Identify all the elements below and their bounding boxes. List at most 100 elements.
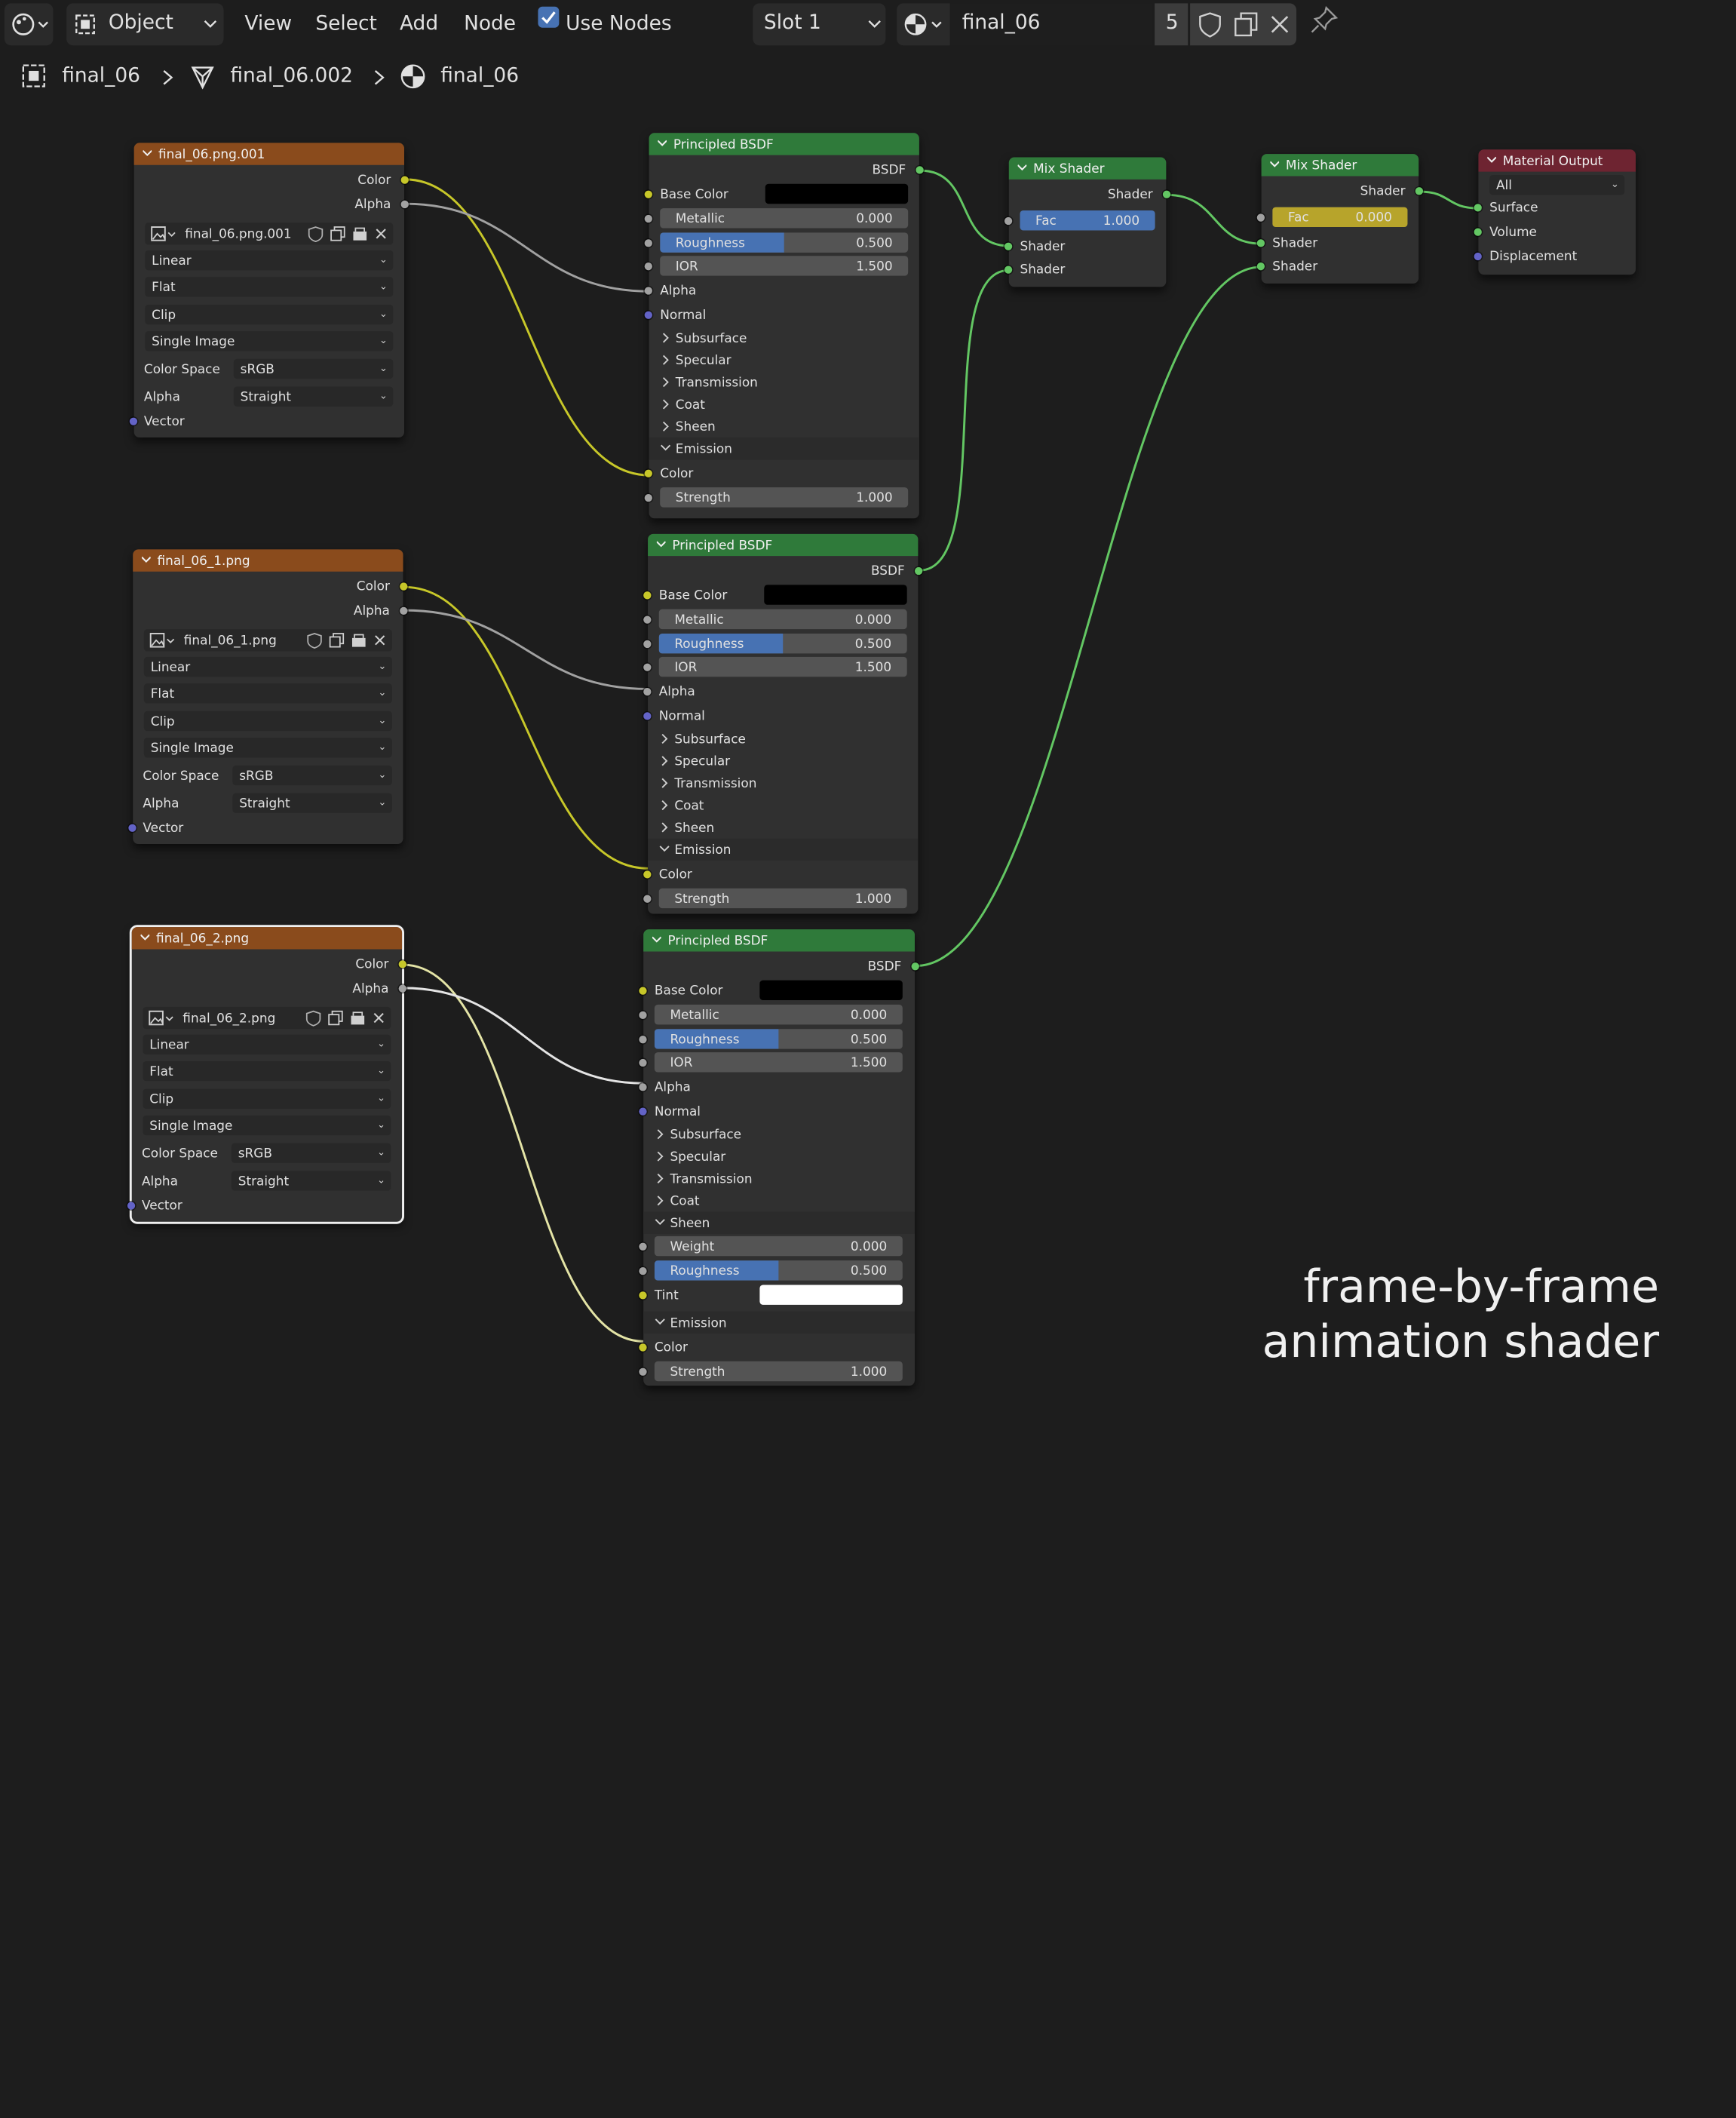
duplicate-icon[interactable] [328,631,345,649]
vector-input-socket[interactable] [128,824,136,832]
extension-dropdown[interactable]: Clip ⌄ [143,711,392,732]
color-space-dropdown[interactable]: sRGB ⌄ [232,765,392,786]
sheen-tint-socket[interactable] [639,1291,647,1300]
panel-transmission[interactable]: Transmission [649,371,919,393]
source-dropdown[interactable]: Single Image ⌄ [143,738,392,758]
extension-dropdown[interactable]: Clip ⌄ [145,304,394,325]
ior-slider[interactable]: IOR 1.500 [658,656,907,677]
node-canvas[interactable]: final_06.png.001 Color Alpha final_06.png.0… [0,0,1736,2118]
target-dropdown[interactable]: All ⌄ [1489,175,1625,195]
chevron-down-icon[interactable] [658,139,667,148]
panel-coat[interactable]: Coat [643,1189,915,1211]
emission-strength-socket[interactable] [643,895,652,903]
bsdf-output-socket[interactable] [914,566,923,576]
chevron-down-icon[interactable] [652,935,661,944]
open-file-icon[interactable] [349,1009,367,1027]
fake-user-shield-icon[interactable] [305,631,323,649]
panel-subsurface[interactable]: Subsurface [643,1123,915,1145]
node-header[interactable]: Principled BSDF [643,929,915,952]
principled-bsdf-node[interactable]: Principled BSDF BSDF Base Color Metallic 0.0… [643,533,923,914]
node-header[interactable]: Material Output [1478,149,1636,172]
sheen-roughness-slider[interactable]: Roughness 0.500 [654,1260,903,1281]
interpolation-dropdown[interactable]: Linear ⌄ [145,250,394,271]
projection-dropdown[interactable]: Flat ⌄ [145,277,394,297]
ior-slider[interactable]: IOR 1.500 [654,1052,903,1073]
node-header[interactable]: final_06.png.001 [133,143,405,165]
emission-strength-slider[interactable]: Strength 1.000 [658,888,907,909]
emission-color-socket[interactable] [643,870,652,879]
panel-coat[interactable]: Coat [649,393,919,415]
roughness-slider[interactable]: Roughness 0.500 [654,1029,903,1049]
image-texture-node[interactable]: final_06_2.png Color Alpha final_06_2.png Li… [127,925,406,1224]
panel-sheen[interactable]: Sheen [643,1211,915,1234]
shader-input-2-socket[interactable] [1004,266,1013,274]
fac-slider[interactable]: Fac 1.000 [1020,210,1155,231]
base-color-swatch[interactable] [765,183,909,204]
shader-output-socket[interactable] [1162,190,1171,198]
panel-sheen[interactable]: Sheen [648,816,918,838]
color-output-socket[interactable] [398,960,406,968]
normal-input-socket[interactable] [644,311,652,319]
shader-output-socket[interactable] [1415,187,1424,195]
alpha-output-socket[interactable] [400,200,409,209]
panel-emission[interactable]: Emission [643,1311,915,1334]
panel-specular[interactable]: Specular [643,1145,915,1167]
sheen-tint-swatch[interactable] [759,1285,903,1305]
metallic-socket[interactable] [643,615,652,624]
ior-socket[interactable] [639,1058,647,1067]
emission-strength-socket[interactable] [639,1367,647,1376]
chevron-down-icon[interactable] [141,555,151,564]
alpha-output-socket[interactable] [400,606,408,615]
roughness-slider[interactable]: Roughness 0.500 [658,633,907,654]
roughness-socket[interactable] [643,640,652,649]
projection-dropdown[interactable]: Flat ⌄ [143,683,392,704]
ior-slider[interactable]: IOR 1.500 [660,256,909,276]
metallic-slider[interactable]: Metallic 0.000 [658,609,907,630]
metallic-slider[interactable]: Metallic 0.000 [654,1004,903,1025]
image-selector[interactable]: final_06_1.png [143,629,392,652]
bsdf-output-socket[interactable] [911,962,919,971]
roughness-slider[interactable]: Roughness 0.500 [660,232,909,253]
interpolation-dropdown[interactable]: Linear ⌄ [143,656,392,677]
alpha-input-socket[interactable] [639,1083,647,1091]
displacement-input-socket[interactable] [1474,252,1482,261]
panel-transmission[interactable]: Transmission [643,1168,915,1189]
alpha-output-socket[interactable] [398,984,406,993]
metallic-slider[interactable]: Metallic 0.000 [660,208,909,229]
fac-slider[interactable]: Fac 0.000 [1272,207,1408,228]
duplicate-icon[interactable] [327,1009,344,1027]
vector-input-socket[interactable] [129,417,138,425]
source-dropdown[interactable]: Single Image ⌄ [143,1115,391,1136]
roughness-socket[interactable] [644,239,652,247]
panel-emission[interactable]: Emission [649,437,919,460]
open-file-icon[interactable] [351,225,369,242]
extension-dropdown[interactable]: Clip ⌄ [143,1088,391,1109]
base-color-swatch[interactable] [759,980,903,1001]
emission-color-socket[interactable] [644,469,652,477]
color-output-socket[interactable] [400,176,409,184]
image-selector[interactable]: final_06.png.001 [145,223,394,245]
bsdf-output-socket[interactable] [916,166,924,174]
duplicate-icon[interactable] [329,225,346,242]
panel-sheen[interactable]: Sheen [649,416,919,437]
close-icon[interactable] [371,1010,387,1026]
principled-bsdf-node[interactable]: Principled BSDF BSDF Base Color Metallic 0.0… [644,133,924,519]
color-space-dropdown[interactable]: sRGB ⌄ [231,1143,391,1163]
emission-strength-slider[interactable]: Strength 1.000 [660,487,909,508]
image-texture-node[interactable]: final_06.png.001 Color Alpha final_06.png.0… [129,143,409,438]
surface-input-socket[interactable] [1474,204,1482,212]
base-color-socket[interactable] [644,190,652,198]
emission-strength-slider[interactable]: Strength 1.000 [654,1361,903,1382]
shader-input-2-socket[interactable] [1256,262,1265,271]
metallic-socket[interactable] [644,214,652,223]
shader-input-1-socket[interactable] [1004,242,1013,250]
roughness-socket[interactable] [639,1036,647,1044]
principled-bsdf-node[interactable]: Principled BSDF BSDF Base Color Metallic 0.0… [639,929,919,1386]
chevron-down-icon[interactable] [1270,159,1280,168]
panel-subsurface[interactable]: Subsurface [649,327,919,348]
alpha-mode-dropdown[interactable]: Straight ⌄ [231,1171,391,1191]
sheen-roughness-socket[interactable] [639,1266,647,1275]
fac-socket[interactable] [1256,213,1265,222]
chevron-down-icon[interactable] [1487,155,1496,164]
node-header[interactable]: Principled BSDF [649,133,919,155]
